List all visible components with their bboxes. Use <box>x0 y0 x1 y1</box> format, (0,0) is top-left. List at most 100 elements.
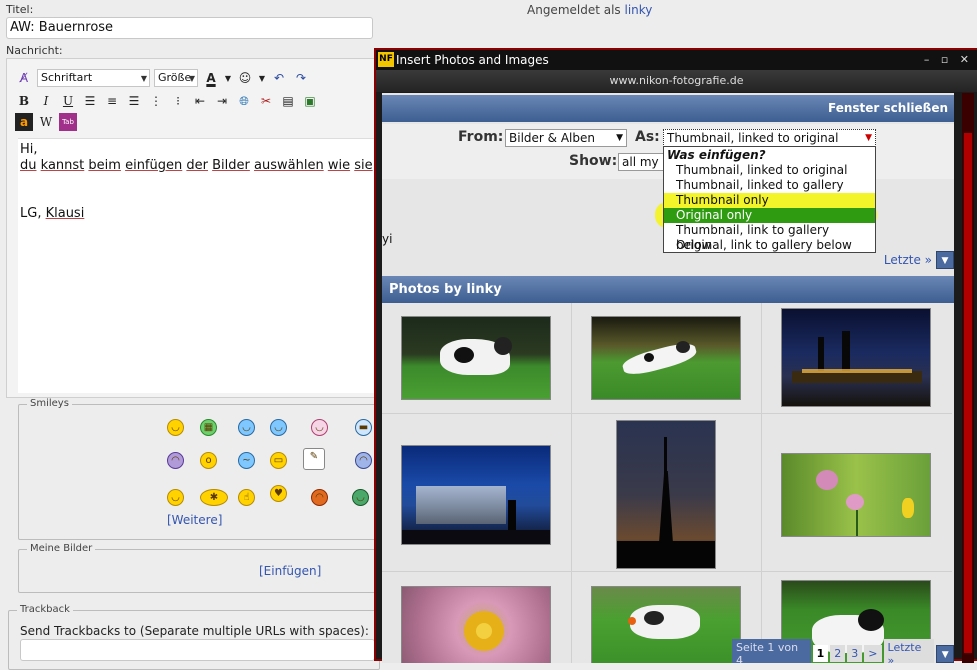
as-select[interactable]: Thumbnail, linked to original ▼ <box>663 129 876 147</box>
photo-thumbnail[interactable] <box>401 445 551 545</box>
photo-cell[interactable] <box>382 414 572 572</box>
smiley-smile-icon[interactable]: ◡ <box>167 419 184 436</box>
more-smileys-link[interactable]: [Weitere] <box>167 513 222 527</box>
insert-file-icon[interactable]: ▤ <box>279 92 297 110</box>
redo-icon[interactable]: ↷ <box>292 69 310 87</box>
font-color-dropdown-icon[interactable]: ▼ <box>224 69 232 87</box>
smiley-love-icon[interactable]: ♥ <box>270 485 287 502</box>
photo-thumbnail[interactable] <box>591 586 741 663</box>
popup-titlebar[interactable]: NF Insert Photos and Images – ▫ ✕ <box>376 50 977 70</box>
font-select[interactable]: Schriftart ▼ <box>37 69 150 87</box>
indent-icon[interactable]: ⇥ <box>213 92 231 110</box>
photo-cell[interactable] <box>572 414 762 572</box>
photo-cell[interactable] <box>762 414 952 572</box>
remove-link-icon[interactable]: ✂ <box>257 92 275 110</box>
smiley-confused-icon[interactable]: ~ <box>238 452 255 469</box>
undo-icon[interactable]: ↶ <box>270 69 288 87</box>
font-color-icon[interactable]: A <box>202 69 220 87</box>
toolbar-row-3: a W Tab <box>15 113 77 131</box>
page-link-1[interactable]: 1 <box>812 645 829 662</box>
chevron-down-icon: ▼ <box>616 133 623 143</box>
size-select[interactable]: Größe ▼ <box>154 69 198 87</box>
trackback-legend: Trackback <box>17 604 73 615</box>
smiley-grin-icon[interactable]: ▦ <box>200 419 217 436</box>
smiley-dance-icon[interactable]: ✱ <box>200 489 228 506</box>
smiley-tongue-icon[interactable]: ◡ <box>311 419 328 436</box>
message-textarea[interactable]: Hi, du kannst beim einfügen der Bilder a… <box>18 138 378 393</box>
photo-thumbnail[interactable] <box>591 316 741 400</box>
smiley-sign-icon[interactable]: ✎ <box>303 448 325 470</box>
photo-thumbnail[interactable] <box>616 420 716 569</box>
outdent-icon[interactable]: ⇤ <box>191 92 209 110</box>
smiley-wink-icon[interactable]: ◡ <box>238 419 255 436</box>
align-left-icon[interactable]: ☰ <box>81 92 99 110</box>
dropdown-option[interactable]: Thumbnail, linked to original <box>664 163 875 178</box>
size-select-label: Größe <box>158 71 192 84</box>
title-input[interactable]: AW: Bauernrose <box>6 17 373 39</box>
smiley-happy-icon[interactable]: ◡ <box>270 419 287 436</box>
dropdown-option[interactable]: Thumbnail, linked to gallery <box>664 178 875 193</box>
insert-link-icon[interactable]: 🌐︎ <box>235 92 253 110</box>
page-dropdown-icon[interactable]: ▼ <box>936 644 954 663</box>
last-page-link-top[interactable]: Letzte » <box>883 253 932 267</box>
dropdown-option[interactable]: Thumbnail only <box>664 193 875 208</box>
smiley-cool-icon[interactable]: ▬ <box>355 419 372 436</box>
last-page-link[interactable]: Letzte » <box>883 638 935 663</box>
smiley-thumbs-icon[interactable]: ◡ <box>167 489 184 506</box>
trackback-label: Send Trackbacks to (Separate multiple UR… <box>20 624 369 638</box>
dropdown-option[interactable]: Thumbnail, link to gallery below <box>664 223 875 252</box>
unordered-list-icon[interactable]: ⁝ <box>169 92 187 110</box>
photo-cell[interactable] <box>382 303 572 414</box>
popup-domain: www.nikon-fotografie.de <box>376 70 977 92</box>
align-center-icon[interactable]: ≡ <box>103 92 121 110</box>
smiley-sad-icon[interactable]: ◠ <box>167 452 184 469</box>
page-link-3[interactable]: 3 <box>847 645 863 662</box>
photo-cell[interactable] <box>762 303 952 414</box>
logged-in-prefix: Angemeldet als <box>527 3 621 17</box>
dropdown-option-selected[interactable]: Original only <box>664 208 875 223</box>
align-right-icon[interactable]: ☰ <box>125 92 143 110</box>
remove-format-icon[interactable]: A̸ <box>15 69 33 87</box>
from-select[interactable]: Bilder & Alben ▼ <box>505 129 627 147</box>
trackback-input[interactable] <box>20 639 375 661</box>
page-link-2[interactable]: 2 <box>830 645 846 662</box>
amazon-icon[interactable]: a <box>15 113 33 131</box>
toolbar-row-2: B I U ☰ ≡ ☰ ⋮ ⁝ ⇤ ⇥ 🌐︎ ✂ ▤ ▣ <box>15 92 319 110</box>
smiley-laugh-icon[interactable]: ▭ <box>270 452 287 469</box>
photo-thumbnail[interactable] <box>401 316 551 400</box>
underline-icon[interactable]: U <box>59 92 77 110</box>
bold-icon[interactable]: B <box>15 92 33 110</box>
close-window-button[interactable]: Fenster schließen <box>382 95 954 122</box>
photo-thumbnail[interactable] <box>401 586 551 663</box>
insert-mode-dropdown[interactable]: Was einfügen? Thumbnail, linked to origi… <box>663 146 876 253</box>
photo-thumbnail[interactable] <box>781 453 931 537</box>
window-controls[interactable]: – ▫ ✕ <box>924 50 973 70</box>
popup-scrollbar[interactable] <box>962 93 974 663</box>
page-dropdown-icon[interactable]: ▼ <box>936 251 954 269</box>
smiley-insert-icon[interactable]: ☺ <box>236 69 254 87</box>
smiley-cry-icon[interactable]: ◠ <box>355 452 372 469</box>
smiley-angry-icon[interactable]: ◠ <box>311 489 328 506</box>
photo-thumbnail[interactable] <box>781 308 931 407</box>
custom-tag-icon[interactable]: Tab <box>59 113 77 131</box>
smiley-dropdown-icon[interactable]: ▼ <box>258 69 266 87</box>
logged-in-status: Angemeldet als linky <box>527 3 652 17</box>
photo-cell[interactable] <box>572 303 762 414</box>
dropdown-header: Was einfügen? <box>667 148 766 162</box>
title-label: Titel: <box>6 3 34 16</box>
photo-cell[interactable] <box>382 572 572 663</box>
wikipedia-icon[interactable]: W <box>37 113 55 131</box>
dropdown-option[interactable]: Original, link to gallery below <box>664 238 875 253</box>
italic-icon[interactable]: I <box>37 92 55 110</box>
next-page-link[interactable]: > <box>864 645 882 662</box>
insert-images-link[interactable]: [Einfügen] <box>259 564 321 578</box>
message-line-5: LG, Klausi <box>20 206 85 221</box>
user-link[interactable]: linky <box>625 3 653 17</box>
insert-image-icon[interactable]: ▣ <box>301 92 319 110</box>
smiley-alien-icon[interactable]: ◡ <box>352 489 369 506</box>
typed-text: yi <box>382 232 393 246</box>
ordered-list-icon[interactable]: ⋮ <box>147 92 165 110</box>
scrollbar-thumb[interactable] <box>964 133 972 653</box>
smiley-clap-icon[interactable]: ☝ <box>238 489 255 506</box>
smiley-shocked-icon[interactable]: o <box>200 452 217 469</box>
